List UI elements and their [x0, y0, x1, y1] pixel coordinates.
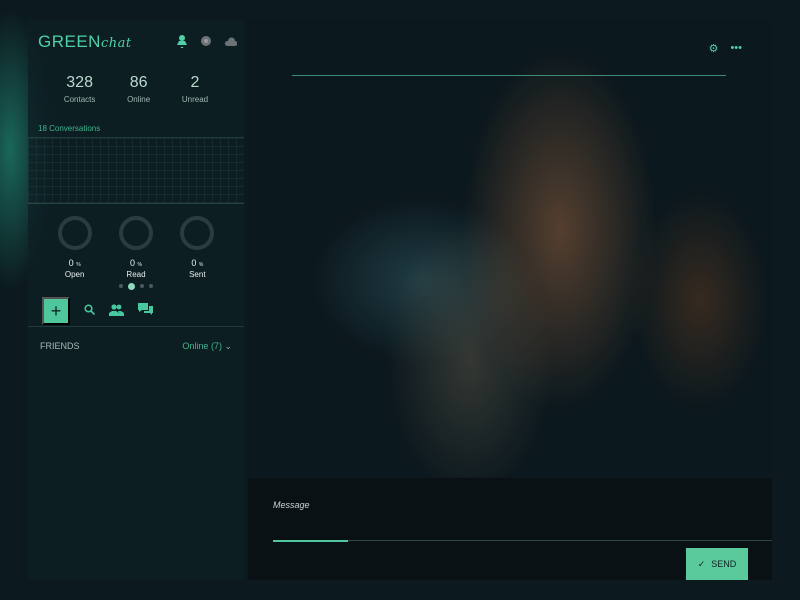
message-input[interactable]: Message — [273, 500, 310, 510]
ring-label: Open — [64, 270, 85, 279]
check-icon: ✓ — [697, 558, 706, 569]
sidebar: GREENchat 328 Contacts 86 Online 2 Unread 1… — [28, 20, 244, 580]
ring-open: 0 % Open — [50, 216, 100, 279]
ring-sent: 0 % Sent — [172, 216, 222, 279]
chevron-down-icon: ⌄ — [224, 341, 232, 351]
send-label: SEND — [711, 559, 737, 569]
carousel-dot[interactable] — [119, 284, 123, 288]
ring-value: 0 — [68, 258, 74, 268]
carousel-dot-active[interactable] — [128, 283, 135, 290]
stat-value: 86 — [129, 74, 148, 91]
stat-unread: 2 Unread — [182, 74, 208, 104]
stat-value: 328 — [66, 74, 93, 91]
ring-unit: % — [198, 262, 204, 268]
stat-label: Online — [127, 95, 151, 104]
chat-icon[interactable] — [138, 303, 153, 319]
stat-value: 2 — [190, 74, 200, 91]
add-button[interactable]: + — [42, 297, 70, 325]
message-input-underline — [273, 540, 772, 542]
online-filter-label: Online (7) — [182, 341, 222, 351]
header-divider — [292, 75, 726, 76]
message-composer: Message ✓ SEND — [248, 478, 772, 580]
ring-label: Sent — [189, 270, 206, 279]
friends-title: FRIENDS — [40, 341, 80, 351]
activity-grid — [28, 138, 244, 204]
send-button[interactable]: ✓ SEND — [686, 548, 748, 580]
ring-unit: % — [137, 262, 142, 268]
user-icon[interactable] — [176, 34, 188, 50]
stat-label: Contacts — [63, 95, 96, 104]
sidebar-header: GREENchat 328 Contacts 86 Online 2 Unread 1… — [28, 20, 244, 138]
logo-sub: chat — [100, 36, 132, 51]
gear-icon[interactable]: ⚙ — [709, 42, 719, 55]
settings-circle-icon[interactable] — [200, 34, 212, 46]
carousel-dot[interactable] — [149, 284, 153, 288]
ring-value: 0 — [191, 258, 197, 268]
search-icon[interactable] — [84, 304, 96, 318]
stat-contacts: 328 Contacts — [64, 74, 96, 104]
chat-area: ⚙ ••• — [248, 20, 772, 478]
conversations-link[interactable]: 18 Conversations — [38, 124, 100, 133]
contacts-icon[interactable] — [109, 303, 124, 319]
cloud-icon[interactable] — [224, 34, 238, 46]
ring-read: 0 % Read — [111, 216, 161, 279]
carousel-dot[interactable] — [140, 284, 144, 288]
ring-label: Read — [126, 270, 146, 279]
ring-value: 0 — [129, 258, 135, 268]
online-filter-dropdown[interactable]: Online (7) ⌄ — [182, 341, 232, 352]
carousel-dots — [28, 283, 244, 290]
logo-main: GREEN — [38, 32, 101, 51]
logo: GREENchat — [38, 32, 132, 52]
ring-unit: % — [76, 262, 81, 268]
stat-label: Unread — [181, 95, 209, 104]
stat-online: 86 Online — [127, 74, 150, 104]
input-progress — [273, 540, 348, 542]
more-icon[interactable]: ••• — [730, 42, 742, 55]
